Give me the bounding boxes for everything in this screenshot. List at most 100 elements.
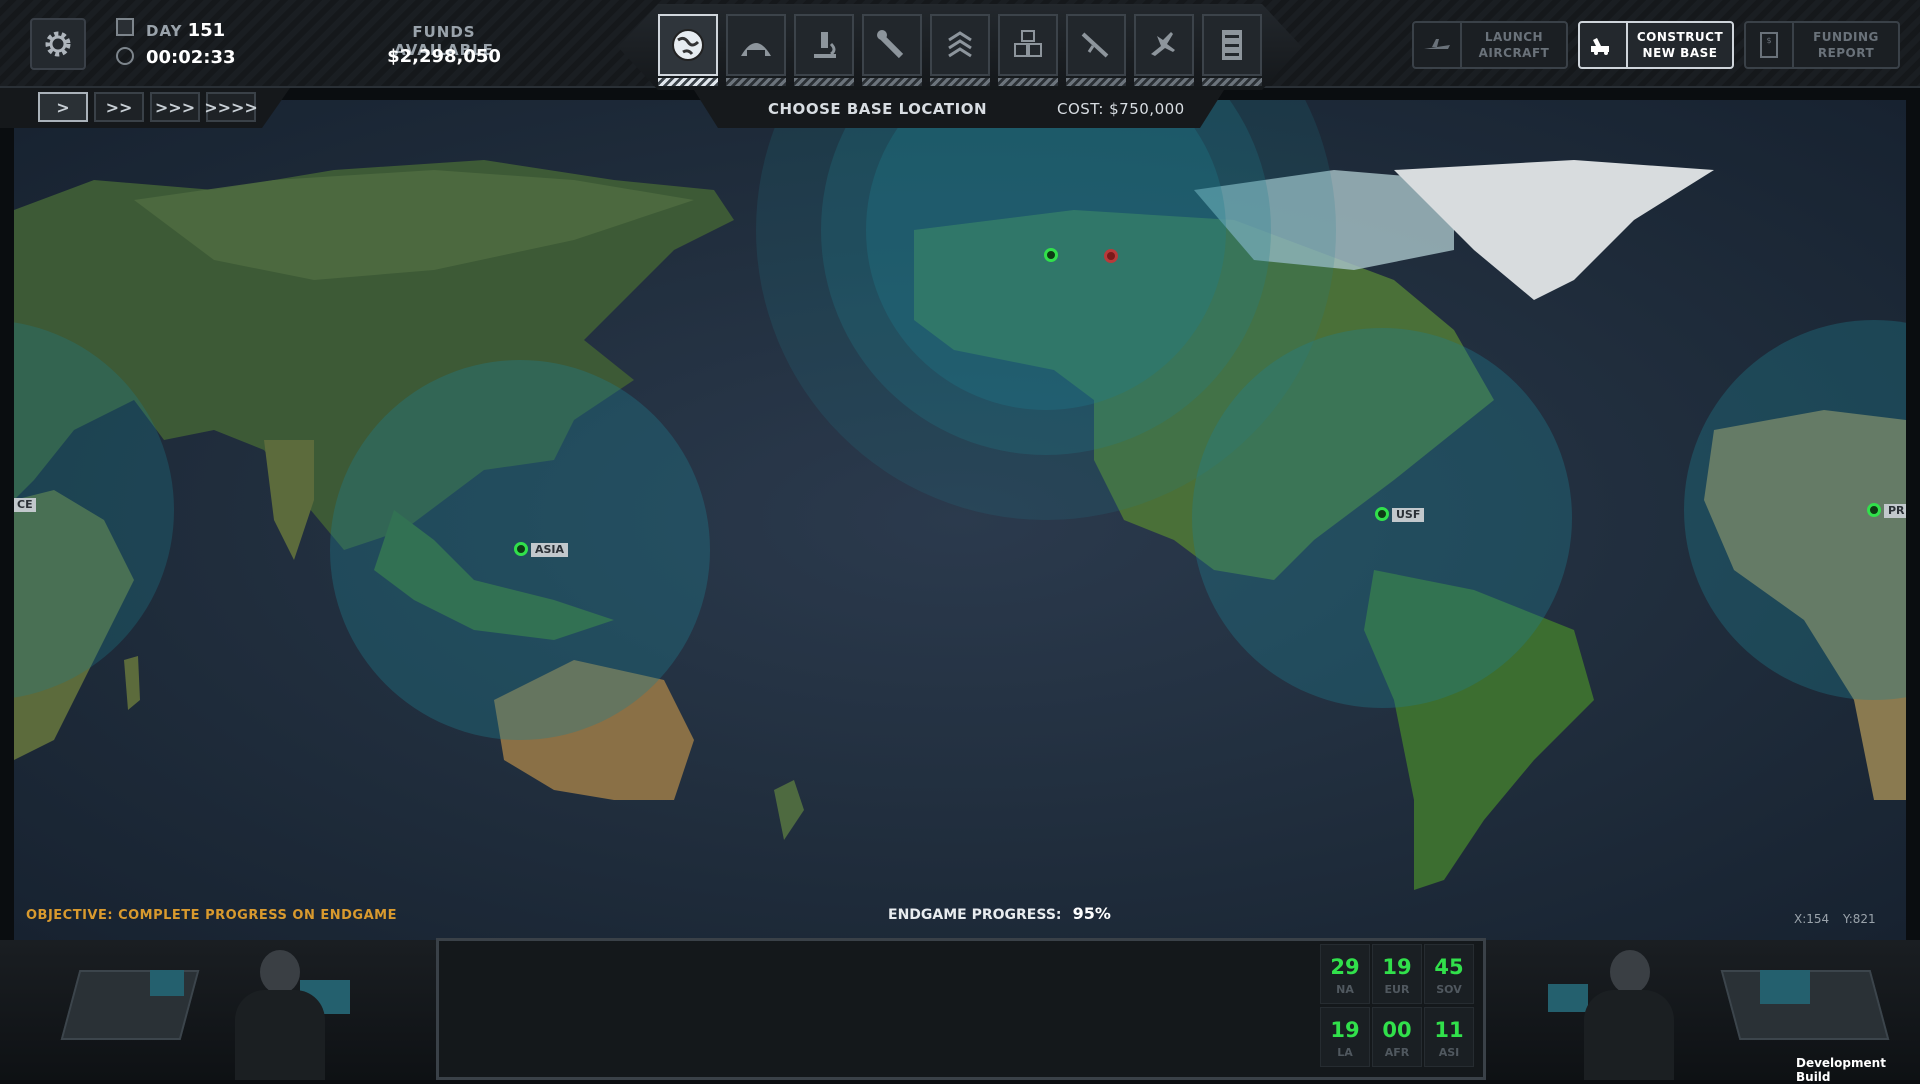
launch-aircraft-label: LAUNCH AIRCRAFT (1462, 29, 1566, 61)
funding-icon-box: $ (1746, 23, 1794, 67)
day-label: DAY (146, 22, 183, 40)
funding-report-label: FUNDING REPORT (1794, 29, 1898, 61)
construct-line-2: NEW BASE (1642, 46, 1718, 60)
tab-indicator (1134, 78, 1194, 86)
endgame-progress: ENDGAME PROGRESS: 95% (888, 904, 1111, 923)
speed-3-button[interactable]: >>> (150, 92, 200, 122)
speed-controls: > >> >>> >>>> (0, 88, 290, 128)
region-value: 00 (1382, 1018, 1412, 1042)
tab-indicator (998, 78, 1058, 86)
main-tabs (658, 4, 1268, 90)
operator-chair-left (235, 990, 325, 1080)
launch-aircraft-icon-box (1414, 23, 1462, 67)
tab-base[interactable] (726, 14, 786, 86)
choose-base-bar: CHOOSE BASE LOCATION COST: $750,000 (694, 90, 1224, 128)
endgame-label: ENDGAME PROGRESS: (888, 907, 1062, 923)
region-value: 29 (1330, 955, 1360, 979)
base-marker-pr[interactable] (1867, 503, 1881, 517)
speed-2-button[interactable]: >> (94, 92, 144, 122)
wrench-icon (877, 30, 904, 59)
hangar-icon (741, 43, 771, 56)
speed-4-button[interactable]: >>>> (204, 92, 258, 122)
funding-report-button[interactable]: $ FUNDING REPORT (1744, 21, 1900, 69)
construct-new-base-button[interactable]: CONSTRUCT NEW BASE (1578, 21, 1734, 69)
landmass-new-zealand (774, 780, 804, 840)
operator-chair-right (1584, 990, 1674, 1080)
region-sov[interactable]: 45 SOV (1424, 944, 1474, 1004)
tab-engineering[interactable] (862, 14, 922, 86)
right-monitor (1760, 970, 1810, 1004)
right-monitor-2 (1548, 984, 1588, 1012)
clock-icon (116, 47, 134, 65)
jet-icon (1151, 32, 1175, 56)
region-name: NA (1336, 983, 1354, 996)
globe-icon (672, 29, 704, 61)
choose-base-cost: COST: $750,000 (1057, 100, 1185, 118)
region-name: AFR (1384, 1046, 1410, 1059)
cursor-y: Y:821 (1843, 912, 1876, 926)
report-icon: $ (1760, 32, 1778, 58)
launch-line-2: AIRCRAFT (1478, 46, 1550, 60)
tab-archives[interactable] (1202, 14, 1262, 86)
world-map[interactable]: ASIA USF PR CE OBJECTIVE: COMPLETE PROGR… (14, 100, 1906, 940)
tab-research[interactable] (794, 14, 854, 86)
region-afr[interactable]: 00 AFR (1372, 1007, 1422, 1067)
microscope-icon (814, 32, 836, 58)
clock-value: 00:02:33 (146, 47, 236, 68)
landmass-india (264, 440, 314, 560)
tab-indicator (658, 78, 718, 86)
tab-indicator (794, 78, 854, 86)
left-operator-scene (0, 950, 430, 1080)
cursor-x: X:154 (1794, 912, 1830, 926)
base-marker-usf[interactable] (1375, 507, 1389, 521)
tab-indicator (1066, 78, 1126, 86)
gear-icon (45, 31, 71, 57)
base-marker-asia[interactable] (514, 542, 528, 556)
region-value: 19 (1330, 1018, 1360, 1042)
base-label-pr: PR (1884, 504, 1906, 518)
base-label-asia: ASIA (531, 543, 569, 557)
svg-text:$: $ (1766, 36, 1771, 45)
base-marker-alaska[interactable] (1044, 248, 1058, 262)
storage-crates-icon (1014, 30, 1042, 57)
funds-value: $2,298,050 (387, 46, 501, 67)
world-map-svg (14, 100, 1906, 890)
region-name: SOV (1436, 983, 1462, 996)
operator-head-right (1610, 950, 1650, 994)
speed-1-button[interactable]: > (38, 92, 88, 122)
funding-line-2: REPORT (1817, 46, 1875, 60)
launch-line-1: LAUNCH (1484, 30, 1544, 44)
objective-text: OBJECTIVE: COMPLETE PROGRESS ON ENDGAME (26, 908, 397, 923)
tab-armory[interactable] (1066, 14, 1126, 86)
ufo-marker[interactable] (1104, 249, 1118, 263)
region-panic-grid: 29 NA 19 EUR 45 SOV 19 LA 00 AFR 11 ASI (1320, 944, 1480, 1074)
tab-aircraft[interactable] (1134, 14, 1194, 86)
region-eur[interactable]: 19 EUR (1372, 944, 1422, 1004)
region-na[interactable]: 29 NA (1320, 944, 1370, 1004)
tab-storage[interactable] (998, 14, 1058, 86)
choose-base-title: CHOOSE BASE LOCATION (768, 100, 987, 118)
tab-geoscape[interactable] (658, 14, 718, 86)
cursor-coordinates: X:154 Y:821 (1794, 912, 1876, 926)
region-value: 45 (1434, 955, 1464, 979)
funding-line-1: FUNDING (1813, 30, 1879, 44)
excavator-icon (1591, 38, 1609, 55)
tab-soldiers[interactable] (930, 14, 990, 86)
region-name: EUR (1384, 983, 1410, 996)
airplane-icon (1424, 39, 1450, 49)
day-value: 151 (187, 20, 226, 41)
base-label-usf: USF (1392, 508, 1425, 522)
region-value: 11 (1434, 1018, 1464, 1042)
region-asi[interactable]: 11 ASI (1424, 1007, 1474, 1067)
construct-icon-box (1580, 23, 1628, 67)
region-name: LA (1337, 1046, 1353, 1059)
construct-label: CONSTRUCT NEW BASE (1628, 29, 1732, 61)
launch-aircraft-button[interactable]: LAUNCH AIRCRAFT (1412, 21, 1568, 69)
operator-head-left (260, 950, 300, 994)
tab-indicator (726, 78, 786, 86)
region-la[interactable]: 19 LA (1320, 1007, 1370, 1067)
settings-button[interactable] (30, 18, 86, 70)
rifle-icon (1081, 32, 1109, 58)
region-name: ASI (1438, 1046, 1460, 1059)
endgame-value: 95% (1072, 904, 1111, 923)
